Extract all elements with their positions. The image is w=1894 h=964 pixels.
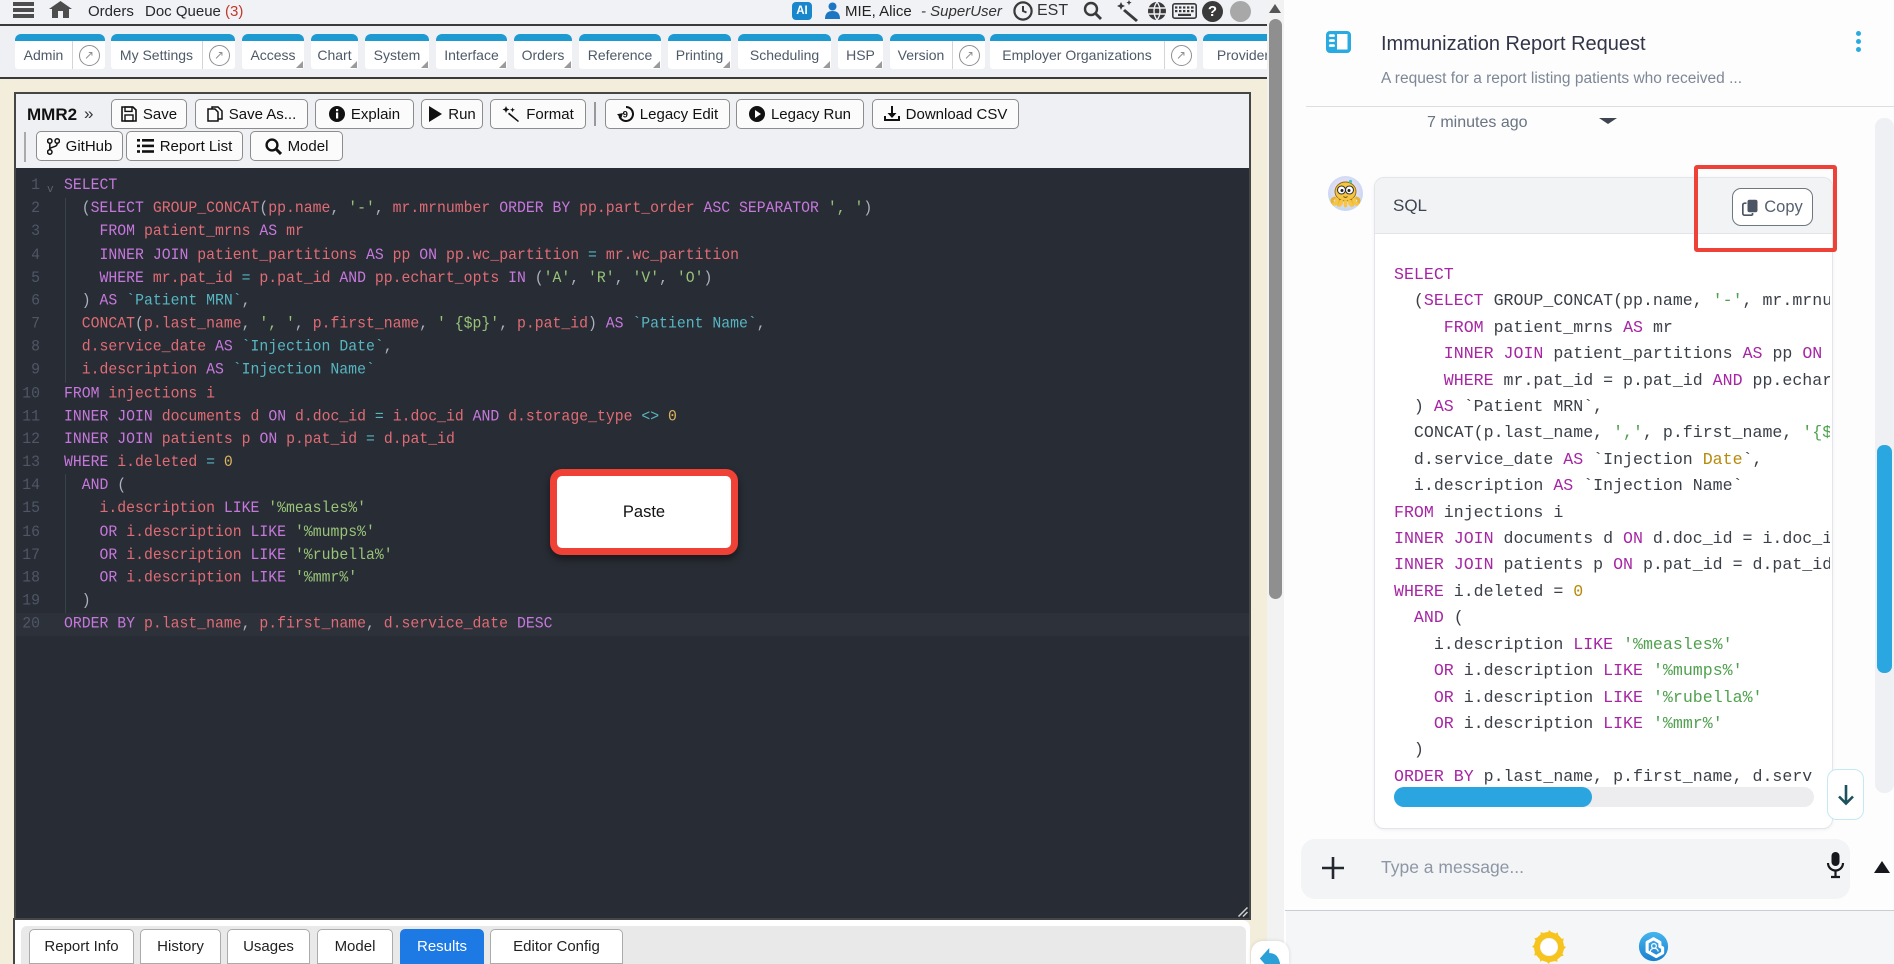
- svg-text:9: 9: [622, 110, 627, 121]
